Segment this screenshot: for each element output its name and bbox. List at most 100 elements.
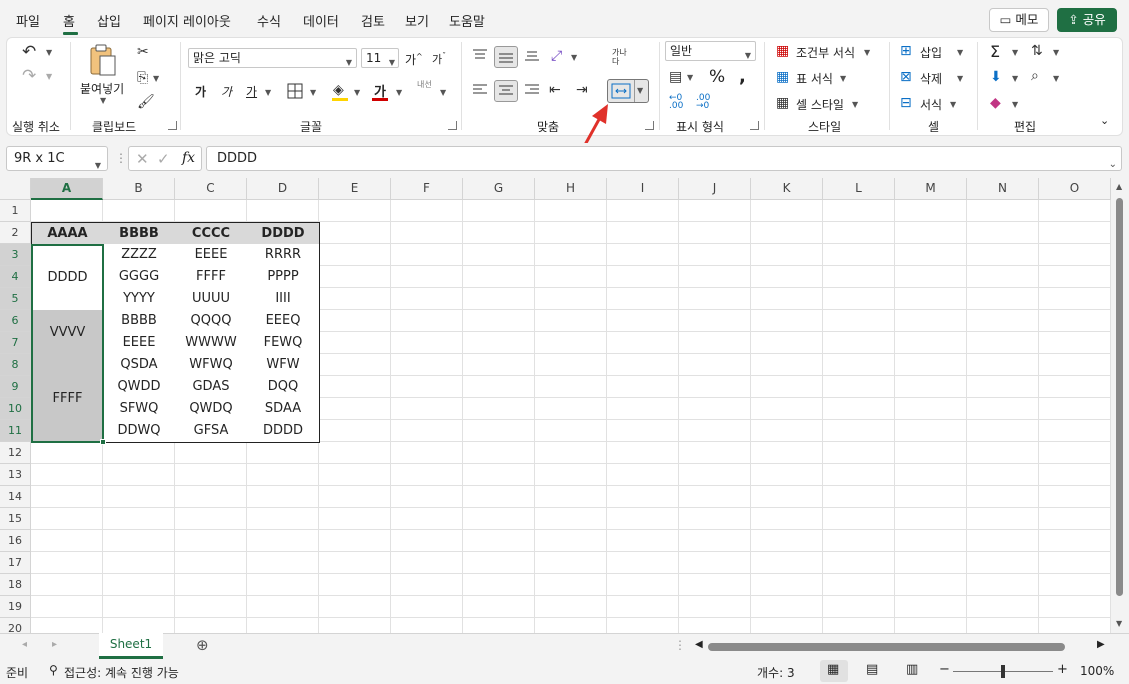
align-middle-button[interactable] [494,46,518,68]
number-format-select[interactable]: 일반 ▼ [665,41,756,61]
formula-input[interactable]: DDDD ⌄ [206,146,1122,171]
row-header-5[interactable]: 5 [0,288,31,310]
grow-font-icon[interactable]: 가^ [405,51,423,68]
table-cell-c7[interactable]: WWWW [175,332,248,355]
row-header-18[interactable]: 18 [0,574,31,596]
col-header-o[interactable]: O [1039,178,1111,200]
font-name-select[interactable]: 맑은 고딕 ▼ [188,48,357,68]
bold-button[interactable]: 가 [195,83,206,100]
format-table-icon[interactable]: ▦ [776,69,789,85]
insert-button[interactable]: 삽입 [920,44,942,61]
wrap-text-icon[interactable]: 가나다 [612,48,634,66]
table-cell-b11[interactable]: DDWQ [103,420,176,443]
memo-button[interactable]: ▭ 메모 [989,8,1049,32]
worksheet-grid[interactable]: A B C D E F G H I J K L M N O 1 2 3 4 5 … [0,178,1111,633]
tab-file[interactable]: 파일 [16,11,40,30]
fill-color-icon[interactable]: ◈ [333,82,344,98]
row-header-7[interactable]: 7 [0,332,31,354]
fill-icon[interactable]: ⬇ [990,69,1002,85]
accessibility-status[interactable]: 접근성: 계속 진행 가능 [64,664,179,681]
cell-styles-button[interactable]: 셀 스타일 [796,96,844,113]
row-header-2[interactable]: 2 [0,222,31,244]
col-header-k[interactable]: K [751,178,823,200]
table-cell-b8[interactable]: QSDA [103,354,176,377]
align-right-icon[interactable] [524,83,540,97]
insert-function-button[interactable]: fx [182,150,195,166]
chevron-down-icon[interactable]: ▼ [1012,74,1018,83]
tab-view[interactable]: 보기 [405,11,429,30]
vertical-scroll-thumb[interactable] [1116,198,1123,596]
add-sheet-icon[interactable]: ⊕ [196,636,209,654]
row-header-10[interactable]: 10 [0,398,31,420]
header-cell-b2[interactable]: BBBB [103,222,176,245]
table-cell-c5[interactable]: UUUU [175,288,248,311]
enter-icon[interactable]: ✓ [157,150,170,168]
row-header-4[interactable]: 4 [0,266,31,288]
conditional-format-icon[interactable]: ▦ [776,43,789,59]
col-header-a[interactable]: A [31,178,103,200]
align-bottom-icon[interactable] [524,48,540,62]
chevron-down-icon[interactable]: ▼ [957,74,963,83]
col-header-n[interactable]: N [967,178,1039,200]
col-header-e[interactable]: E [319,178,391,200]
table-cell-d7[interactable]: FEWQ [247,332,320,355]
font-launcher-icon[interactable] [448,121,457,130]
zoom-slider-thumb[interactable] [1001,665,1005,678]
find-icon[interactable]: ⌕ [1031,68,1039,84]
delete-cells-icon[interactable]: ⊠ [900,69,912,85]
tab-home[interactable]: 홈 [63,11,75,30]
align-left-icon[interactable] [472,83,488,97]
next-sheet-icon[interactable]: ▸ [52,639,57,650]
redo-dropdown-icon[interactable]: ▼ [46,72,52,81]
horizontal-scroll-thumb[interactable] [708,643,1065,651]
col-header-i[interactable]: I [607,178,679,200]
increase-indent-icon[interactable]: ⇥ [576,82,588,98]
undo-icon[interactable]: ↶ [22,44,36,61]
expand-formula-icon[interactable]: ⌄ [1109,153,1117,176]
paste-dropdown-icon[interactable]: ▼ [100,96,106,105]
col-header-g[interactable]: G [463,178,535,200]
row-header-19[interactable]: 19 [0,596,31,618]
row-header-9[interactable]: 9 [0,376,31,398]
chevron-down-icon[interactable]: ▼ [957,48,963,57]
table-cell-d6[interactable]: EEEQ [247,310,320,333]
chevron-down-icon[interactable]: ▼ [1053,48,1059,57]
col-header-c[interactable]: C [175,178,247,200]
tab-insert[interactable]: 삽입 [97,11,121,30]
tab-page-layout[interactable]: 페이지 레이아웃 [143,11,231,30]
fill-dropdown-icon[interactable]: ▼ [354,88,360,97]
scroll-left-icon[interactable]: ◀ [695,639,703,650]
page-layout-view-icon[interactable]: ▤ [866,662,878,677]
col-header-j[interactable]: J [679,178,751,200]
number-launcher-icon[interactable] [750,121,759,130]
col-header-b[interactable]: B [103,178,175,200]
tab-review[interactable]: 검토 [361,11,385,30]
paste-label[interactable]: 붙여넣기 [80,80,124,97]
table-cell-c11[interactable]: GFSA [175,420,248,443]
autosum-icon[interactable]: Σ [990,42,1000,61]
table-cell-c10[interactable]: QWDQ [175,398,248,421]
align-top-icon[interactable] [472,48,488,62]
table-cell-b4[interactable]: GGGG [103,266,176,289]
accounting-dropdown-icon[interactable]: ▼ [687,73,693,82]
row-header-14[interactable]: 14 [0,486,31,508]
table-cell-b6[interactable]: BBBB [103,310,176,333]
header-cell-a2[interactable]: AAAA [31,222,104,245]
table-cell-c6[interactable]: QQQQ [175,310,248,333]
row-header-6[interactable]: 6 [0,310,31,332]
col-header-h[interactable]: H [535,178,607,200]
table-cell-b9[interactable]: QWDD [103,376,176,399]
scroll-up-icon[interactable]: ▲ [1116,182,1122,191]
row-header-16[interactable]: 16 [0,530,31,552]
percent-icon[interactable]: % [709,67,725,87]
row-header-15[interactable]: 15 [0,508,31,530]
chevron-down-icon[interactable]: ▼ [1012,100,1018,109]
redo-icon[interactable]: ↷ [22,68,36,85]
format-painter-icon[interactable]: 🖌 [137,94,155,110]
scroll-right-icon[interactable]: ▶ [1097,639,1105,650]
row-header-3[interactable]: 3 [0,244,31,266]
format-button[interactable]: 서식 [920,96,942,113]
chevron-down-icon[interactable]: ▼ [864,48,870,57]
undo-dropdown-icon[interactable]: ▼ [46,48,52,57]
border-dropdown-icon[interactable]: ▼ [310,88,316,97]
